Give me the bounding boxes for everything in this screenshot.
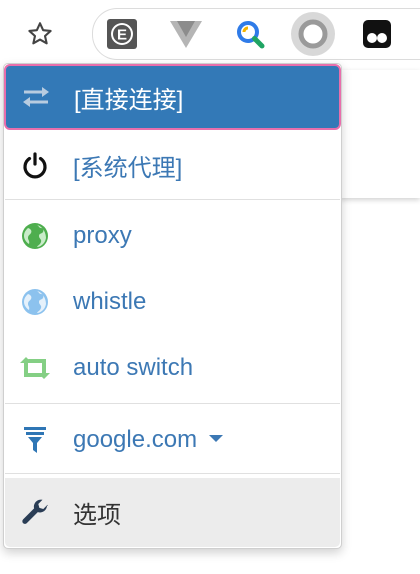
menu-item-label: [系统代理] xyxy=(73,154,183,182)
menu-item-label: [直接连接] xyxy=(74,86,184,114)
menu-item-label: 选项 xyxy=(73,502,121,529)
menu-item-system-proxy[interactable]: [系统代理] xyxy=(5,131,340,199)
menu-divider xyxy=(5,199,340,200)
ext-search-button[interactable] xyxy=(228,12,272,56)
ext-v-button[interactable] xyxy=(164,12,208,56)
svg-text:E: E xyxy=(117,27,127,44)
menu-item-direct[interactable]: [直接连接] xyxy=(4,64,341,130)
star-outline-icon xyxy=(28,22,52,45)
filter-icon xyxy=(19,424,51,456)
ext-e-icon: E xyxy=(107,19,137,49)
menu-divider xyxy=(5,473,340,474)
bookmark-star-button[interactable] xyxy=(20,14,60,54)
proxy-switch-menu: [直接连接] [系统代理] proxy whistle auto switch … xyxy=(3,63,342,549)
ext-v-icon xyxy=(170,21,202,48)
menu-item-whistle[interactable]: whistle xyxy=(5,269,340,335)
ext-e-button[interactable]: E xyxy=(100,12,144,56)
retweet-icon xyxy=(19,352,51,384)
menu-item-label: whistle xyxy=(73,288,147,315)
globe-green-icon xyxy=(19,220,51,252)
ext-search-icon xyxy=(237,21,265,49)
menu-item-auto-switch[interactable]: auto switch xyxy=(5,335,340,401)
ext-tamper-button[interactable] xyxy=(355,12,399,56)
menu-item-label: proxy xyxy=(73,222,132,249)
page-background-panel xyxy=(340,70,420,198)
globe-blue-icon xyxy=(19,286,51,318)
menu-divider xyxy=(5,403,340,404)
switchyomega-button[interactable] xyxy=(291,12,335,56)
browser-toolbar: E xyxy=(0,0,420,64)
switchyomega-icon xyxy=(298,19,328,49)
menu-item-proxy[interactable]: proxy xyxy=(5,203,340,269)
power-icon xyxy=(19,149,51,181)
menu-item-label: google.com xyxy=(73,426,224,454)
ext-tamper-icon xyxy=(363,20,391,48)
swap-arrows-icon xyxy=(20,81,52,113)
menu-item-label: auto switch xyxy=(73,354,194,381)
wrench-icon xyxy=(19,497,51,529)
caret-down-icon[interactable] xyxy=(209,435,224,443)
menu-item-rule-google[interactable]: google.com xyxy=(5,407,340,473)
menu-item-options[interactable]: 选项 xyxy=(5,478,340,547)
